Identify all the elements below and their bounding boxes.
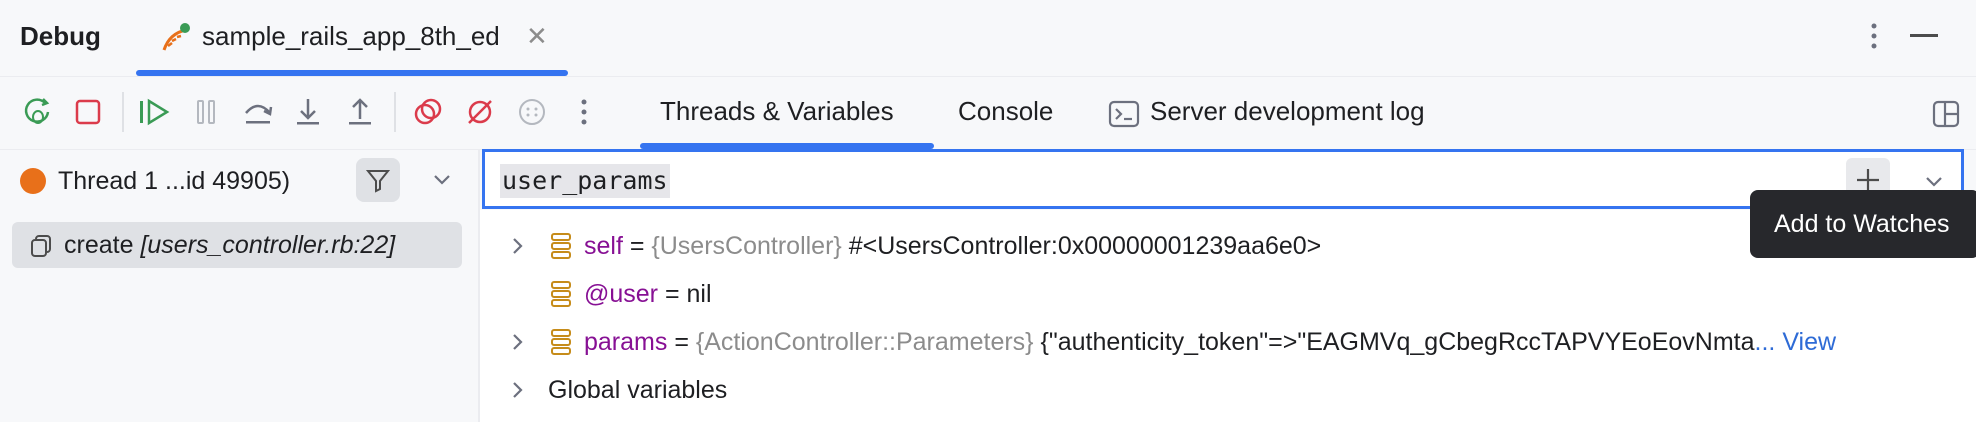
variable-type: {ActionController::Parameters}	[695, 328, 1034, 356]
tab-label[interactable]: sample_rails_app_8th_ed	[202, 20, 500, 52]
more-vertical-icon[interactable]	[1862, 18, 1886, 54]
equals: =	[658, 280, 687, 308]
rails-app-icon	[160, 22, 192, 54]
frame-icon	[30, 234, 51, 257]
expression-text[interactable]: user_params	[500, 164, 670, 198]
frame-label: create [users_controller.rb:22]	[64, 228, 395, 262]
tab-threads-variables[interactable]: Threads & Variables	[660, 94, 894, 128]
thread-status-icon	[20, 168, 46, 194]
tooltip: Add to Watches	[1750, 190, 1976, 258]
frame-method: create	[64, 231, 141, 259]
equals: =	[667, 328, 696, 356]
frame-location: [users_controller.rb:22]	[140, 231, 396, 259]
tab-console[interactable]: Console	[958, 94, 1053, 128]
variable-name: params	[584, 328, 668, 356]
panel-title: Debug	[20, 21, 101, 51]
close-icon[interactable]: ✕	[526, 22, 548, 50]
variable-name: self	[584, 232, 623, 260]
mute-breakpoints-icon[interactable]	[460, 92, 500, 132]
chevron-down-icon[interactable]	[1924, 172, 1944, 192]
step-into-icon[interactable]	[288, 92, 328, 132]
variable-value: {"authenticity_token"=>"EAGMVq_gCbegRccT…	[1033, 328, 1755, 356]
chevron-right-icon[interactable]	[508, 380, 528, 400]
chevron-down-icon[interactable]	[432, 170, 452, 190]
equals: =	[622, 232, 652, 260]
rerun-debug-icon[interactable]	[18, 92, 58, 132]
evaluate-expression-field[interactable]	[482, 149, 1964, 209]
more-debug-icon[interactable]	[512, 92, 552, 132]
global-variables-node[interactable]: Global variables	[548, 373, 727, 407]
variable-icon	[550, 280, 572, 308]
filter-icon[interactable]	[356, 158, 400, 202]
resume-icon[interactable]	[134, 92, 174, 132]
variable-name: @user	[584, 280, 659, 308]
stop-icon[interactable]	[68, 92, 108, 132]
terminal-icon	[1108, 100, 1140, 128]
layout-icon[interactable]	[1932, 100, 1960, 128]
variable-icon	[550, 328, 572, 356]
variable-icon	[550, 232, 572, 260]
pause-icon[interactable]	[186, 92, 226, 132]
variable-value: #<UsersController:0x00000001239aa6e0>	[841, 232, 1322, 260]
variable-row[interactable]: params = {ActionController::Parameters} …	[584, 325, 1960, 359]
variable-value: nil	[686, 280, 712, 308]
toolbar-separator	[122, 92, 124, 132]
step-over-icon[interactable]	[238, 92, 278, 132]
view-link[interactable]: ... View	[1755, 328, 1837, 356]
chevron-right-icon[interactable]	[508, 332, 528, 352]
toolbar-separator	[394, 92, 396, 132]
minimize-icon[interactable]	[1910, 34, 1938, 37]
variable-row[interactable]: self = {UsersController} #<UsersControll…	[584, 229, 1321, 263]
tab-server-log[interactable]: Server development log	[1150, 94, 1425, 128]
view-breakpoints-icon[interactable]	[408, 92, 448, 132]
thread-selector[interactable]: Thread 1 ...id 49905)	[58, 164, 290, 198]
variable-type: {UsersController}	[651, 232, 842, 260]
step-out-icon[interactable]	[340, 92, 380, 132]
more-vertical-icon[interactable]	[564, 92, 604, 132]
variable-row[interactable]: @user = nil	[584, 277, 712, 311]
chevron-right-icon[interactable]	[508, 236, 528, 256]
